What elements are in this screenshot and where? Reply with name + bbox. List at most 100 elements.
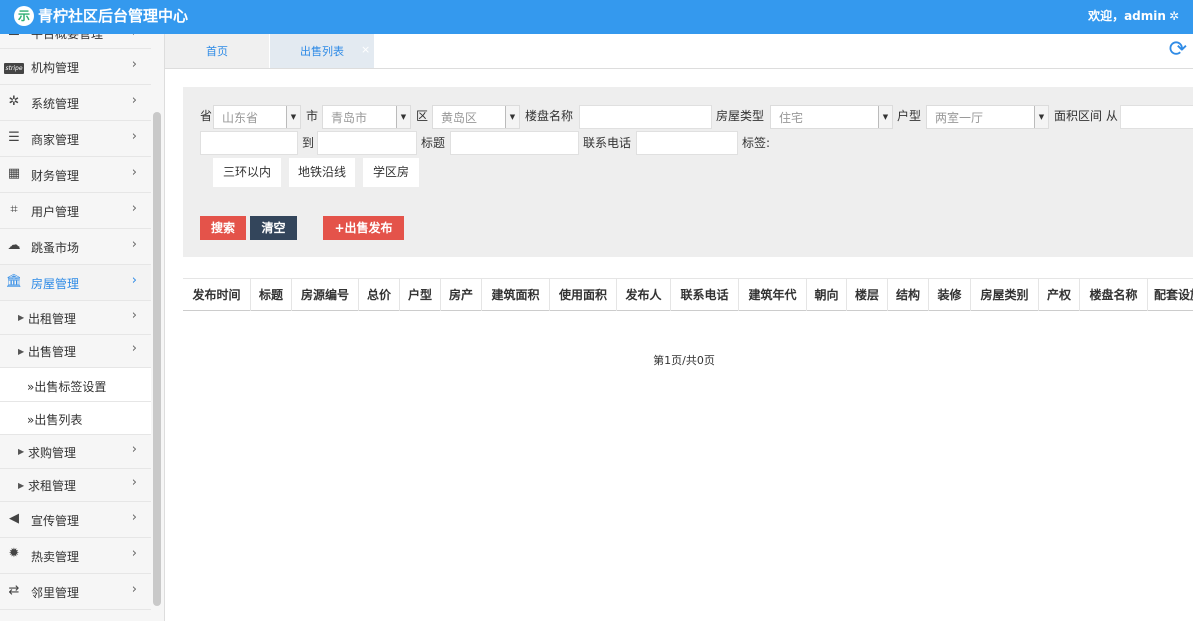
column-header[interactable]: 户型	[400, 279, 441, 311]
column-header[interactable]: 标题	[251, 279, 292, 311]
sidebar: ▬ 平台概要管理 › stripe 机构管理 › ✲ 系统管理 › ☰ 商家管理…	[0, 34, 165, 621]
title-label: 标题	[421, 136, 446, 150]
logo-icon: 示	[14, 6, 34, 26]
close-icon[interactable]: ×	[361, 43, 370, 56]
building-input[interactable]	[579, 105, 712, 129]
gear-icon[interactable]: ✲	[1169, 9, 1179, 23]
province-label: 省	[200, 109, 213, 123]
chevron-right-icon: ›	[131, 308, 137, 323]
refresh-icon[interactable]: ⟳	[1169, 38, 1187, 62]
sidebar-item-finance[interactable]: ▦ 财务管理 ›	[0, 157, 151, 193]
column-header[interactable]: 结构	[888, 279, 929, 311]
house-type-select[interactable]: 住宅 ▼	[770, 105, 893, 129]
column-header[interactable]: 楼盘名称	[1080, 279, 1148, 311]
cloud-icon: ☁	[7, 238, 21, 253]
district-select[interactable]: 黄岛区 ▼	[432, 105, 520, 129]
column-header[interactable]: 发布时间	[183, 279, 251, 311]
column-header[interactable]: 房源编号	[292, 279, 359, 311]
title-input[interactable]	[450, 131, 579, 155]
chevron-right-icon: ›	[131, 237, 137, 252]
sidebar-scrollbar[interactable]	[153, 112, 161, 606]
sidebar-item-neighborhood[interactable]: ⇄ 邻里管理 ›	[0, 574, 151, 610]
tag-school-district[interactable]: 学区房	[363, 158, 419, 187]
menu-lines-icon: ☰	[8, 130, 20, 145]
sidebar-item-org[interactable]: stripe 机构管理 ›	[0, 49, 151, 85]
city-select[interactable]: 青岛市 ▼	[322, 105, 411, 129]
pagination-text: 第1页/共0页	[653, 354, 715, 367]
chevron-down-icon: ▼	[1034, 106, 1048, 128]
tag-third-ring[interactable]: 三环以内	[213, 158, 281, 187]
sidebar-leaf-sale-list[interactable]: »出售列表	[0, 402, 151, 435]
column-header[interactable]: 联系电话	[671, 279, 739, 311]
tab-bar: 首页 出售列表 × ⟳	[165, 34, 1193, 69]
chevron-down-icon: ▼	[505, 106, 519, 128]
app-title: 青柠社区后台管理中心	[38, 7, 189, 25]
chevron-right-icon: ›	[132, 34, 137, 40]
filter-panel: 省 山东省 ▼ 市 青岛市 ▼ 区 黄岛区 ▼ 楼盘名称 房屋类型 住宅 ▼ 户…	[183, 87, 1193, 257]
column-header[interactable]: 配套设施	[1148, 279, 1193, 311]
layout-select[interactable]: 两室一厅 ▼	[926, 105, 1049, 129]
column-header[interactable]: 房产	[441, 279, 482, 311]
chevron-right-icon: ›	[131, 510, 137, 525]
sidebar-leaf-sale-tags[interactable]: »出售标签设置	[0, 368, 151, 402]
building-label: 楼盘名称	[525, 109, 574, 123]
chevron-right-icon: ›	[131, 442, 137, 457]
area-from-input[interactable]	[1120, 105, 1193, 129]
sun-icon: ✹	[8, 546, 20, 561]
search-button[interactable]: 搜索	[200, 216, 246, 240]
spokes-icon: ✲	[8, 94, 20, 109]
sidebar-subitem-sale[interactable]: ▶ 出售管理 ›	[0, 335, 151, 368]
publish-sale-button[interactable]: +出售发布	[323, 216, 404, 240]
sidebar-item-overview[interactable]: ▬ 平台概要管理 ›	[0, 34, 151, 49]
column-header[interactable]: 使用面积	[550, 279, 617, 311]
tag-subway[interactable]: 地铁沿线	[289, 158, 355, 187]
caret-right-icon: ▶	[18, 313, 25, 322]
province-select[interactable]: 山东省 ▼	[213, 105, 301, 129]
column-header[interactable]: 朝向	[807, 279, 847, 311]
district-label: 区	[416, 109, 429, 123]
column-header[interactable]: 产权	[1039, 279, 1080, 311]
sidebar-item-system[interactable]: ✲ 系统管理 ›	[0, 85, 151, 121]
column-header[interactable]: 建筑面积	[482, 279, 550, 311]
sidebar-item-merchant[interactable]: ☰ 商家管理 ›	[0, 121, 151, 157]
column-header[interactable]: 装修	[929, 279, 971, 311]
column-header[interactable]: 总价	[359, 279, 400, 311]
column-header[interactable]: 楼层	[847, 279, 888, 311]
sidebar-item-house[interactable]: 🏛 房屋管理 ›	[0, 265, 151, 301]
sidebar-item-hot-sale[interactable]: ✹ 热卖管理 ›	[0, 538, 151, 574]
sidebar-item-promotion[interactable]: ◀ 宣传管理 ›	[0, 502, 151, 538]
area-to-blank[interactable]	[200, 131, 298, 155]
clear-button[interactable]: 清空	[250, 216, 297, 240]
column-header[interactable]: 发布人	[617, 279, 671, 311]
sidebar-subitem-buy-request[interactable]: ▶ 求购管理 ›	[0, 435, 151, 469]
sale-table: 发布时间 标题 房源编号 总价 户型 房产 建筑面积 使用面积 发布人 联系电话…	[183, 278, 1193, 311]
tab-home[interactable]: 首页	[165, 34, 269, 68]
phone-input[interactable]	[636, 131, 738, 155]
area-to-input[interactable]	[317, 131, 417, 155]
phone-label: 联系电话	[583, 136, 632, 150]
caret-right-icon: ▶	[18, 347, 25, 356]
chevron-right-icon: ›	[131, 341, 137, 356]
house-type-label: 房屋类型	[716, 109, 765, 123]
crop-icon: ⌗	[10, 202, 18, 217]
sidebar-item-flea-market[interactable]: ☁ 跳蚤市场 ›	[0, 229, 151, 265]
sidebar-subitem-rent[interactable]: ▶ 出租管理 ›	[0, 301, 151, 335]
layout-label: 户型	[897, 109, 922, 123]
sidebar-menu: ▬ 平台概要管理 › stripe 机构管理 › ✲ 系统管理 › ☰ 商家管理…	[0, 34, 151, 610]
volume-icon: ◀	[9, 511, 19, 526]
top-header: 示 青柠社区后台管理中心 欢迎，admin ✲	[0, 0, 1193, 34]
tab-sale-list[interactable]: 出售列表	[270, 34, 374, 68]
column-header[interactable]: 房屋类别	[971, 279, 1039, 311]
sidebar-subitem-rent-request[interactable]: ▶ 求租管理 ›	[0, 469, 151, 502]
caret-right-icon: ▶	[18, 447, 25, 456]
chevron-right-icon: ›	[131, 165, 137, 180]
calculator-icon: ▦	[7, 166, 21, 181]
user-menu[interactable]: 欢迎，admin ✲	[1088, 8, 1179, 24]
column-header[interactable]: 建筑年代	[739, 279, 807, 311]
sidebar-item-users[interactable]: ⌗ 用户管理 ›	[0, 193, 151, 229]
chevron-down-icon: ▼	[396, 106, 410, 128]
area-from-label: 面积区间 从	[1054, 109, 1118, 123]
tags-label: 标签:	[742, 136, 771, 150]
stripe-icon: stripe	[4, 63, 24, 74]
welcome-text: 欢迎，admin	[1088, 9, 1166, 23]
